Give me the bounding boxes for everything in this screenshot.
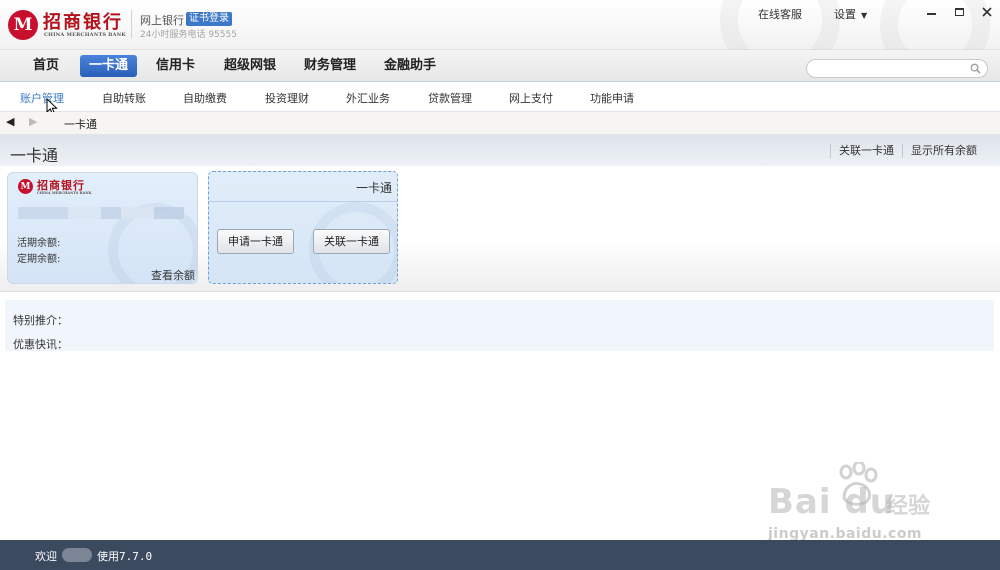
bank-name-cn: 招商银行: [43, 12, 123, 33]
breadcrumb: ◀ ▶ 一卡通: [0, 112, 1000, 134]
show-all-balances-link[interactable]: 显示所有余额: [902, 144, 977, 158]
subnav-online-payment[interactable]: 网上支付: [509, 90, 553, 106]
title-bar: M 招商银行 CHINA MERCHANTS BANK 网上银行 证书登录 24…: [0, 0, 1000, 80]
tab-finance-assistant[interactable]: 金融助手: [378, 55, 442, 77]
panel-divider: [209, 201, 397, 202]
watermark-logo: Bai du: [768, 482, 895, 522]
card-number-redacted: [18, 207, 184, 219]
forward-arrow-icon[interactable]: ▶: [29, 115, 37, 128]
status-usage-label: 使用: [97, 550, 119, 563]
current-balance-label: 活期余额:: [17, 238, 61, 249]
fixed-balance-label: 定期余额:: [17, 254, 61, 265]
subnav-self-transfer[interactable]: 自助转账: [102, 90, 146, 106]
promo-section: 特别推介： 优惠快讯：: [5, 300, 994, 351]
page-title: 一卡通: [10, 146, 59, 165]
chevron-down-icon: ▼: [861, 11, 868, 20]
back-arrow-icon[interactable]: ◀: [6, 115, 14, 128]
promo-news-label: 优惠快讯：: [13, 338, 68, 351]
sub-nav: 账户管理 自助转账 自助缴费 投资理财 外汇业务 贷款管理 网上支付 功能申请: [0, 83, 1000, 112]
add-card-title: 一卡通: [355, 181, 392, 195]
subnav-investment[interactable]: 投资理财: [265, 90, 309, 106]
account-card[interactable]: M 招商银行 CHINA MERCHANTS BANK 活期余额: 定期余额: …: [7, 172, 198, 284]
tab-credit-card[interactable]: 信用卡: [148, 55, 203, 77]
card-area: M 招商银行 CHINA MERCHANTS BANK 活期余额: 定期余额: …: [0, 166, 1000, 292]
window-minimize-button[interactable]: [918, 0, 945, 24]
search-icon[interactable]: [970, 63, 981, 74]
bank-name-en: CHINA MERCHANTS BANK: [44, 32, 126, 38]
subnav-function-application[interactable]: 功能申请: [590, 90, 634, 106]
page-header: 一卡通 关联一卡通 显示所有余额: [0, 134, 1000, 166]
maximize-icon: [955, 8, 964, 16]
card-bank-name-en: CHINA MERCHANTS BANK: [37, 191, 92, 195]
associate-card-link[interactable]: 关联一卡通: [830, 144, 894, 158]
check-balance-link[interactable]: 查看余额: [151, 267, 195, 283]
close-icon: [981, 7, 992, 17]
settings-label: 设置: [834, 8, 856, 21]
tab-all-in-one-card[interactable]: 一卡通: [80, 55, 137, 77]
username-redacted: [62, 548, 92, 562]
breadcrumb-current: 一卡通: [64, 118, 97, 131]
main-nav: 首页 一卡通 信用卡 超级网银 财务管理 金融助手: [0, 50, 1000, 82]
add-card-panel: 一卡通 申请一卡通 关联一卡通: [208, 171, 398, 284]
app-name: 网上银行: [140, 14, 184, 27]
status-welcome: 欢迎: [35, 550, 57, 563]
window-maximize-button[interactable]: [946, 0, 973, 24]
logo-divider: [131, 10, 132, 38]
baidu-jingyan-watermark: Bai du 经验 jingyan.baidu.com: [760, 462, 980, 552]
online-service-link[interactable]: 在线客服: [758, 6, 802, 22]
bank-logo: M 招商银行 CHINA MERCHANTS BANK: [8, 8, 130, 42]
special-recommendation-label: 特别推介：: [13, 314, 68, 327]
tab-home[interactable]: 首页: [22, 55, 70, 77]
apply-card-button[interactable]: 申请一卡通: [217, 229, 294, 254]
status-usage: 使用7.7.0: [97, 548, 152, 564]
watermark-text: 经验: [886, 494, 931, 519]
version-number: 7.7.0: [119, 550, 153, 563]
subnav-self-payment[interactable]: 自助缴费: [183, 90, 227, 106]
settings-menu[interactable]: 设置 ▼: [834, 6, 867, 22]
status-bar: 欢迎 使用7.7.0: [0, 540, 1000, 570]
cert-login-badge: 证书登录: [186, 12, 232, 26]
subnav-loan-management[interactable]: 贷款管理: [428, 90, 472, 106]
minimize-icon: [927, 12, 936, 15]
link-card-button[interactable]: 关联一卡通: [313, 229, 390, 254]
search-input[interactable]: [806, 59, 988, 78]
window-close-button[interactable]: [973, 0, 1000, 24]
tab-finance-management[interactable]: 财务管理: [298, 55, 362, 77]
bank-logo-icon: M: [8, 10, 38, 40]
tab-super-ebank[interactable]: 超级网银: [218, 55, 282, 77]
service-hotline: 24小时服务电话 95555: [140, 30, 237, 40]
subnav-forex[interactable]: 外汇业务: [346, 90, 390, 106]
card-bank-logo-icon: M: [18, 179, 33, 194]
